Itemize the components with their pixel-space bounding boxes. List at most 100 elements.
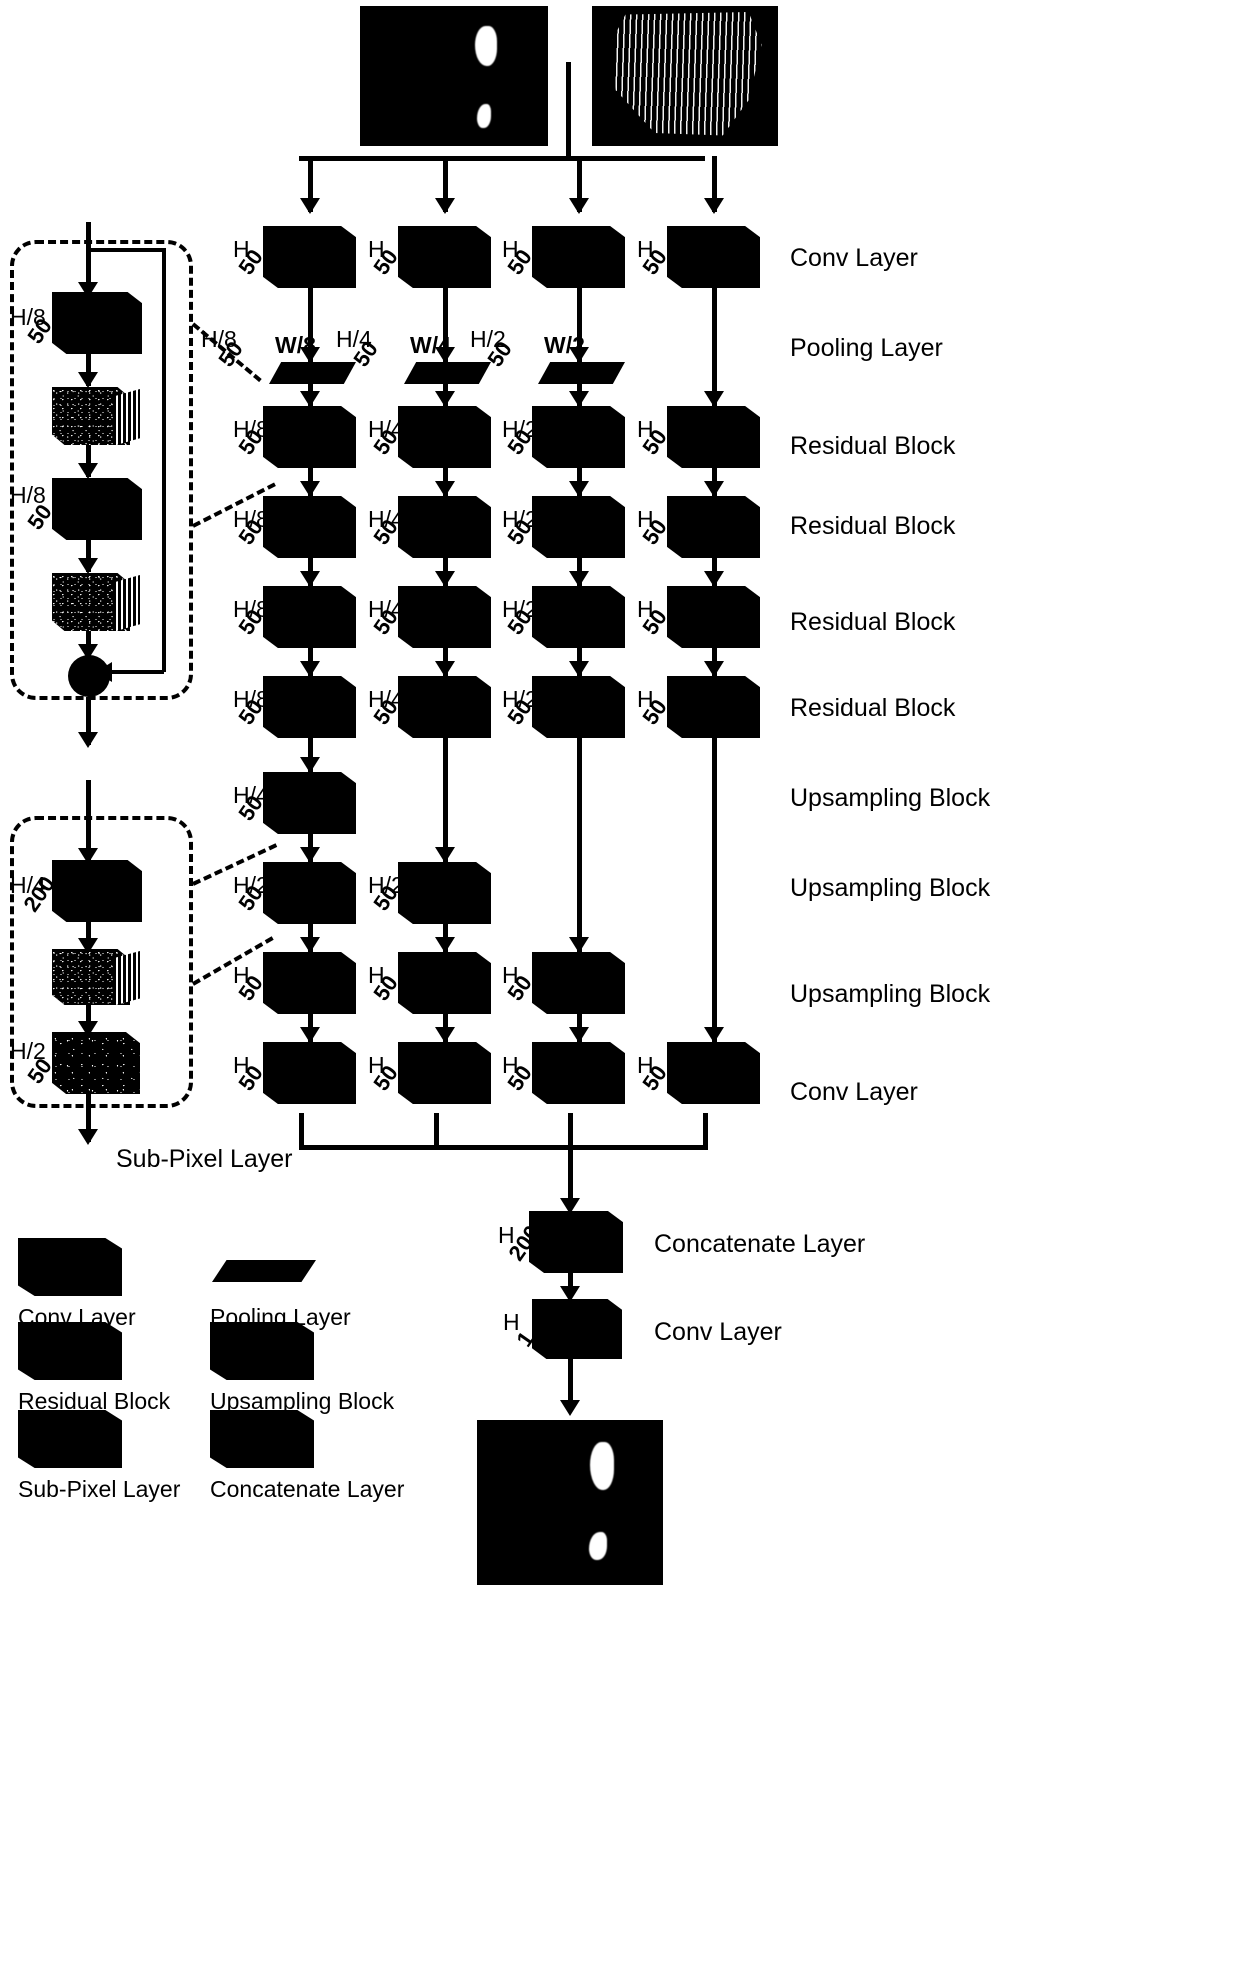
connector-col2-r5-r7 xyxy=(442,738,448,862)
connector-arrow-col2-r7-r8 xyxy=(434,937,455,953)
fanout-arrow-col3 xyxy=(568,198,589,214)
block-residual-3-col3 xyxy=(532,586,625,648)
block-residual-3-col4 xyxy=(667,586,760,648)
connector-arrow-col4-r4-r5 xyxy=(703,661,724,677)
legend-label-sub-pixel-layer: Sub-Pixel Layer xyxy=(18,1476,181,1502)
fringe-pattern xyxy=(612,12,762,136)
connector-col3-r5-r8 xyxy=(576,738,582,952)
block-residual-2-col2 xyxy=(398,496,491,558)
residual-skip-right xyxy=(162,248,166,672)
block-residual-2-col4 xyxy=(667,496,760,558)
upsample-inset-subpixel xyxy=(52,1032,140,1094)
legend-swatch-residual-block xyxy=(18,1322,122,1380)
feature-map-stack-edge-3 xyxy=(116,951,140,1005)
sub-pixel-texture xyxy=(52,1032,140,1094)
residual-inset-conv-2 xyxy=(52,478,142,540)
legend-swatch-pooling-layer xyxy=(212,1260,316,1282)
upsample-inset-output-arrow xyxy=(78,1129,98,1145)
fanout-arrow-col1 xyxy=(299,198,320,214)
output-blob-lower xyxy=(589,1532,607,1560)
connector-arrow-col3-r2-r3 xyxy=(568,481,589,497)
connector-arrow-col3-r8-r9 xyxy=(568,1027,589,1043)
row-label-6: Residual Block xyxy=(790,694,956,722)
connector-arrow-col3-r5-r8 xyxy=(568,937,589,953)
residual-skip-bottom xyxy=(104,670,164,674)
block-residual-1-col4 xyxy=(667,406,760,468)
block-conv-2-col4 xyxy=(667,1042,760,1104)
connector-arrow-col4-r0-r2 xyxy=(703,391,724,407)
legend-swatch-upsampling-block xyxy=(210,1322,314,1380)
row-label-1: Conv Layer xyxy=(790,244,918,272)
pool-block-pooling-col3 xyxy=(538,362,625,384)
block-conv-1-col4 xyxy=(667,226,760,288)
final-conv-block xyxy=(532,1299,622,1359)
fanout-bus xyxy=(299,156,705,161)
block-residual-1-col3 xyxy=(532,406,625,468)
row-label-9: Upsampling Block xyxy=(790,980,991,1008)
connector-arrow-col4-r5-r9 xyxy=(703,1027,724,1043)
connector-arrow-col1-r5-r6 xyxy=(299,757,320,773)
row-label-7: Upsampling Block xyxy=(790,784,991,812)
block-residual-4-col3 xyxy=(532,676,625,738)
block-upsample-2-col2 xyxy=(398,862,491,924)
fanout-arrow-col4 xyxy=(703,198,724,214)
block-residual-1-col1 xyxy=(263,406,356,468)
legend-label-concatenate-layer: Concatenate Layer xyxy=(210,1476,405,1502)
figure-canvas: H 50 H 50 H 50 H 50 W/8 H/8 50 W/4 H/4 50 W/2 H/2 50 H/8 5… xyxy=(0,0,1240,1986)
block-conv-1-col3 xyxy=(532,226,625,288)
merge-bus xyxy=(299,1145,708,1150)
fanout-arrow-col2 xyxy=(434,198,455,214)
pool-block-pooling-col2 xyxy=(404,362,491,384)
block-conv-1-col1 xyxy=(263,226,356,288)
connector-col4-r0-r2 xyxy=(711,288,717,406)
connector-arrow-col2-r2-r3 xyxy=(434,481,455,497)
feature-map-stack-edge-2 xyxy=(116,575,140,631)
pool-block-pooling-col1 xyxy=(269,362,356,384)
output-image xyxy=(477,1420,663,1585)
row-label-4: Residual Block xyxy=(790,512,956,540)
connector-arrow-col1-r2-r3 xyxy=(299,481,320,497)
connector-arrow-col1-r0-r1 xyxy=(299,347,320,363)
row-label-8: Upsampling Block xyxy=(790,874,991,902)
merge-drop-c2 xyxy=(434,1113,439,1149)
connector-arrow-col3-r1-r2 xyxy=(568,391,589,407)
residual-inset-conv-1 xyxy=(52,292,142,354)
output-blob-upper xyxy=(590,1442,614,1490)
input-blob-upper xyxy=(475,26,497,66)
legend-swatch-concatenate-layer xyxy=(210,1410,314,1468)
block-residual-3-col1 xyxy=(263,586,356,648)
residual-inset-arrow-2 xyxy=(78,463,98,479)
block-upsample-3-col2 xyxy=(398,952,491,1014)
merge-drop-c1 xyxy=(299,1113,304,1149)
legend-swatch-conv-layer xyxy=(18,1238,122,1296)
row-label-10: Conv Layer xyxy=(790,1078,918,1106)
connector-arrow-col2-r4-r5 xyxy=(434,661,455,677)
connector-arrow-col1-r4-r5 xyxy=(299,661,320,677)
block-residual-4-col2 xyxy=(398,676,491,738)
block-residual-3-col2 xyxy=(398,586,491,648)
output-arrow xyxy=(560,1400,580,1416)
residual-sum-node xyxy=(68,655,110,697)
merge-drop-c3 xyxy=(568,1113,573,1149)
connector-arrow-col2-r3-r4 xyxy=(434,571,455,587)
block-upsample-3-col1 xyxy=(263,952,356,1014)
connector-arrow-col1-r8-r9 xyxy=(299,1027,320,1043)
input-left-drop xyxy=(566,62,571,158)
connector-arrow-col3-r3-r4 xyxy=(568,571,589,587)
row-label-5: Residual Block xyxy=(790,608,956,636)
block-residual-2-col3 xyxy=(532,496,625,558)
connector-arrow-col4-r3-r4 xyxy=(703,571,724,587)
residual-inset-arrow-3 xyxy=(78,558,98,574)
input-blob-lower xyxy=(477,104,491,128)
connector-arrow-col2-r1-r2 xyxy=(434,391,455,407)
row-label-2: Pooling Layer xyxy=(790,334,943,362)
block-upsample-1-col1 xyxy=(263,772,356,834)
connector-arrow-col2-r0-r1 xyxy=(434,347,455,363)
upsample-inset-conv xyxy=(52,860,142,922)
block-conv-2-col2 xyxy=(398,1042,491,1104)
block-upsample-3-col3 xyxy=(532,952,625,1014)
block-residual-4-col1 xyxy=(263,676,356,738)
connector-arrow-col1-r1-r2 xyxy=(299,391,320,407)
sub-pixel-layer-caption: Sub-Pixel Layer xyxy=(116,1145,293,1173)
residual-inset-arrow-1 xyxy=(78,372,98,388)
